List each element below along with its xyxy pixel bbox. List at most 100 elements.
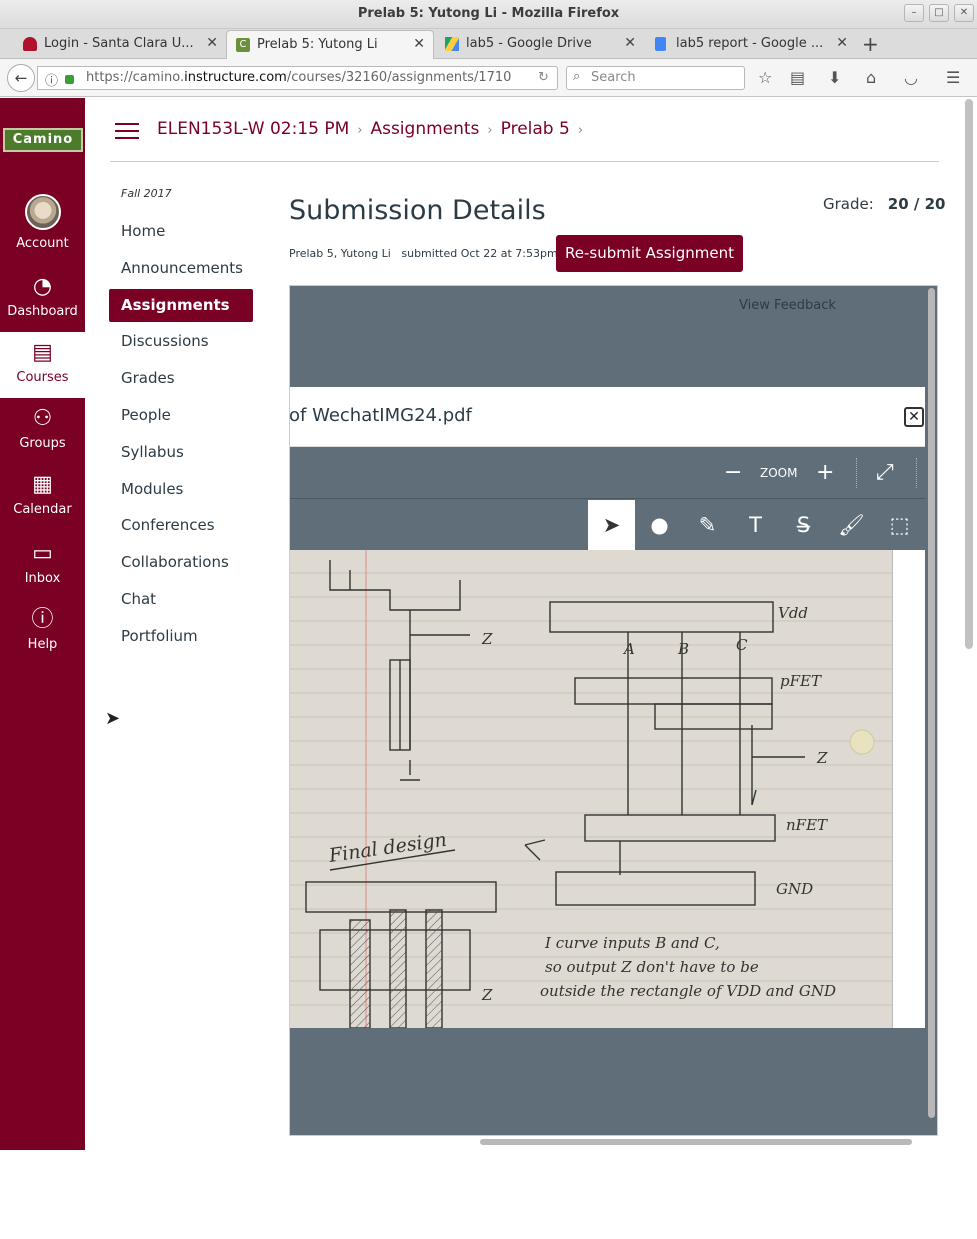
new-tab-button[interactable]: +: [862, 32, 879, 56]
nav-inbox[interactable]: ▭ Inbox: [0, 541, 85, 601]
minimize-button[interactable]: –: [904, 4, 924, 22]
nav-label: Dashboard: [7, 304, 78, 319]
nav-calendar[interactable]: ▦ Calendar: [0, 472, 85, 532]
course-nav-grades[interactable]: Grades: [109, 362, 253, 395]
course-nav-portfolium[interactable]: Portfolium: [109, 620, 253, 653]
course-nav-assignments[interactable]: Assignments: [109, 289, 253, 322]
search-icon: ⌕: [573, 69, 581, 84]
assignment-meta: Prelab 5, Yutong Li: [289, 247, 391, 260]
window-titlebar: Prelab 5: Yutong Li - Mozilla Firefox – …: [0, 0, 977, 29]
tab-login[interactable]: Login - Santa Clara U... ✕: [14, 30, 226, 59]
breadcrumb-course[interactable]: ELEN153L-W 02:15 PM: [157, 119, 349, 139]
pointer-icon[interactable]: ➤: [588, 500, 635, 550]
highlight-icon[interactable]: ✎: [684, 500, 731, 550]
home-icon[interactable]: ⌂: [866, 68, 876, 87]
mouse-cursor-icon: ➤: [105, 708, 121, 729]
tab-drive[interactable]: lab5 - Google Drive ✕: [436, 30, 644, 59]
fullscreen-icon[interactable]: ⤢: [876, 460, 894, 485]
bookmark-star-icon[interactable]: ☆: [758, 68, 772, 87]
nav-dashboard[interactable]: ◔ Dashboard: [0, 274, 85, 334]
chevron-right-icon: ›: [357, 123, 363, 138]
gnd-label: GND: [776, 880, 813, 898]
course-nav-home[interactable]: Home: [109, 215, 253, 248]
viewer-horizontal-scrollbar[interactable]: [480, 1139, 912, 1145]
vdd-label: Vdd: [778, 604, 808, 622]
resubmit-button[interactable]: Re-submit Assignment: [556, 235, 743, 272]
tab-docs[interactable]: lab5 report - Google ... ✕: [646, 30, 856, 59]
nav-groups[interactable]: ⚇ Groups: [0, 406, 85, 466]
course-menu-toggle[interactable]: [115, 123, 139, 144]
nav-label: Inbox: [24, 571, 61, 586]
tab-close-icon[interactable]: ✕: [836, 35, 848, 51]
nav-label: Help: [27, 637, 58, 652]
viewer-vertical-scrollbar[interactable]: [928, 288, 935, 1118]
view-feedback-link[interactable]: View Feedback: [739, 298, 836, 313]
zoom-out-icon[interactable]: −: [724, 460, 742, 485]
b-label: B: [677, 640, 689, 658]
search-input[interactable]: ⌕ Search: [566, 66, 745, 90]
navigation-toolbar: ← ⓘ https://camino.instructure.com/cours…: [0, 59, 977, 97]
grade-label: Grade:: [823, 195, 874, 213]
camino-logo[interactable]: Camino: [3, 128, 83, 152]
close-doc-button[interactable]: ✕: [904, 407, 924, 427]
nav-courses[interactable]: ▤ Courses: [0, 332, 85, 398]
tab-strip: Login - Santa Clara U... ✕ C Prelab 5: Y…: [0, 29, 977, 59]
courses-icon: ▤: [32, 340, 53, 365]
url-bar[interactable]: ⓘ https://camino.instructure.com/courses…: [37, 66, 558, 90]
google-docs-icon: [655, 37, 666, 51]
grade-value: 20 / 20: [887, 195, 946, 213]
menu-icon[interactable]: ☰: [946, 68, 960, 87]
tab-close-icon[interactable]: ✕: [624, 35, 636, 51]
area-select-icon[interactable]: ⬚: [876, 500, 923, 550]
back-button[interactable]: ←: [7, 64, 35, 92]
inbox-icon: ▭: [32, 541, 53, 566]
window-title: Prelab 5: Yutong Li - Mozilla Firefox: [357, 6, 620, 21]
global-navigation: Camino Account ◔ Dashboard ▤ Courses ⚇ G…: [0, 98, 85, 1239]
reload-icon[interactable]: ↻: [538, 70, 549, 85]
a-label: A: [622, 640, 635, 658]
point-annotation-icon[interactable]: ●: [636, 500, 683, 550]
freedraw-icon[interactable]: 🖌: [828, 500, 875, 550]
course-nav-chat[interactable]: Chat: [109, 583, 253, 616]
course-nav-syllabus[interactable]: Syllabus: [109, 436, 253, 469]
url-text: https://camino.instructure.com/courses/3…: [86, 70, 512, 85]
nav-label: Courses: [16, 370, 69, 385]
groups-icon: ⚇: [32, 406, 53, 431]
red-flame-icon: [23, 37, 37, 51]
strikeout-icon[interactable]: S̶: [780, 500, 827, 550]
tab-close-icon[interactable]: ✕: [413, 36, 425, 52]
downloads-icon[interactable]: ⬇: [828, 68, 841, 87]
course-nav-modules[interactable]: Modules: [109, 473, 253, 506]
submission-meta: Prelab 5, Yutong Li submitted Oct 22 at …: [289, 247, 558, 260]
course-nav-discussions[interactable]: Discussions: [109, 325, 253, 358]
canvas-c-icon: C: [236, 38, 250, 52]
course-nav-collaborations[interactable]: Collaborations: [109, 546, 253, 579]
page-title: Submission Details: [289, 195, 546, 226]
pocket-icon[interactable]: ◡: [904, 68, 918, 87]
close-window-button[interactable]: ✕: [954, 4, 974, 22]
tab-prelab[interactable]: C Prelab 5: Yutong Li ✕: [226, 30, 434, 59]
info-icon[interactable]: ⓘ: [45, 70, 58, 89]
calendar-icon: ▦: [32, 472, 53, 497]
collapse-nav-icon[interactable]: ⇤: [30, 1215, 47, 1239]
maximize-button[interactable]: □: [929, 4, 949, 22]
breadcrumb-prelab[interactable]: Prelab 5: [501, 119, 570, 139]
text-icon[interactable]: T: [732, 500, 779, 550]
breadcrumb-assignments[interactable]: Assignments: [370, 119, 479, 139]
handwritten-diagram: Vdd pFET nFET GND Z Z Z A B C Final desi…: [290, 550, 892, 1028]
course-nav-announcements[interactable]: Announcements: [109, 252, 253, 285]
nav-help[interactable]: ⓘ Help: [0, 607, 85, 667]
tab-close-icon[interactable]: ✕: [206, 35, 218, 51]
dashboard-icon: ◔: [32, 274, 53, 299]
reading-list-icon[interactable]: ▤: [790, 68, 805, 87]
zoom-in-icon[interactable]: +: [816, 460, 834, 485]
nav-label: Groups: [19, 436, 66, 451]
nav-label: Calendar: [13, 502, 72, 517]
course-nav-people[interactable]: People: [109, 399, 253, 432]
chevron-right-icon: ›: [487, 123, 493, 138]
tab-label: lab5 - Google Drive: [466, 36, 592, 51]
nav-account[interactable]: Account: [0, 194, 85, 254]
page-scrollbar[interactable]: [965, 99, 973, 649]
document-page[interactable]: Vdd pFET nFET GND Z Z Z A B C Final desi…: [290, 550, 892, 1028]
course-nav-conferences[interactable]: Conferences: [109, 509, 253, 542]
